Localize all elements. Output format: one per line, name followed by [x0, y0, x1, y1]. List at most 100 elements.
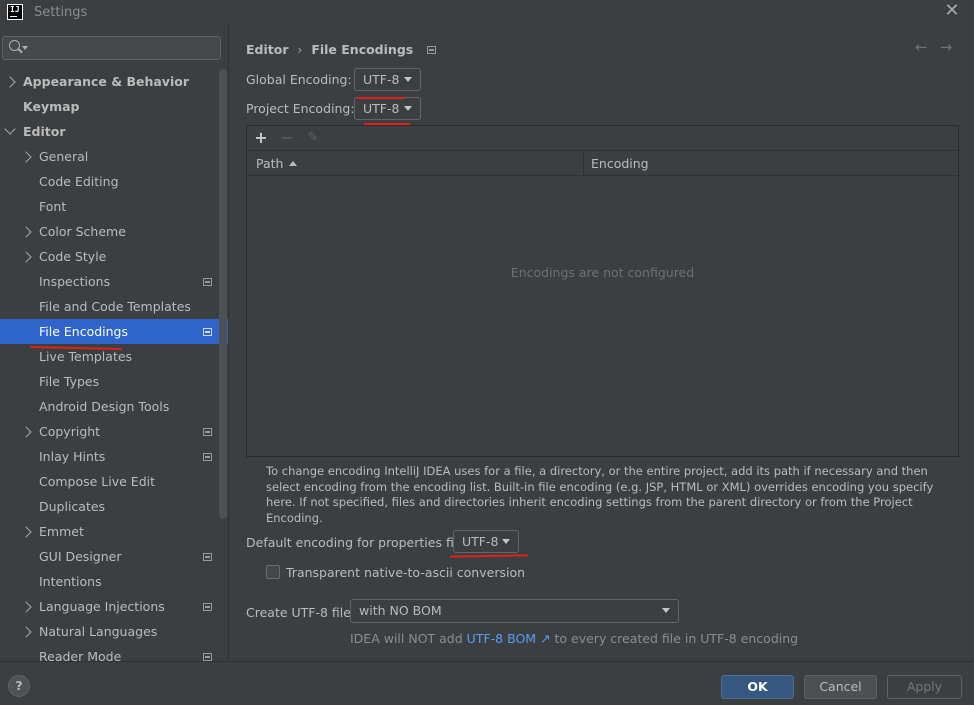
sidebar-item-natural-languages[interactable]: Natural Languages: [0, 619, 228, 644]
global-encoding-value: UTF-8: [363, 72, 400, 87]
chevron-down-icon: [404, 77, 412, 82]
sidebar-item-file-and-code-templates[interactable]: File and Code Templates: [0, 294, 228, 319]
sidebar-item-font[interactable]: Font: [0, 194, 228, 219]
chevron-right-icon[interactable]: [20, 626, 32, 638]
chevron-right-icon[interactable]: [20, 151, 32, 163]
ok-button[interactable]: OK: [721, 675, 794, 699]
sidebar-item-code-style[interactable]: Code Style: [0, 244, 228, 269]
help-button[interactable]: ?: [8, 675, 30, 697]
sidebar-item-label: Android Design Tools: [39, 399, 170, 414]
dialog-button-bar: ? OK Cancel Apply: [0, 661, 974, 705]
empty-table-message: Encodings are not configured: [510, 265, 695, 280]
sidebar-item-gui-designer[interactable]: GUI Designer: [0, 544, 228, 569]
sidebar-item-copyright[interactable]: Copyright: [0, 419, 228, 444]
annotation-overline-project-encoding: [357, 97, 405, 99]
bom-note-prefix: IDEA will NOT add: [350, 631, 463, 646]
properties-encoding-label: Default encoding for properties files:: [246, 535, 476, 550]
project-settings-icon: [427, 45, 437, 54]
chevron-right-icon[interactable]: [20, 226, 32, 238]
sidebar-item-android-design-tools[interactable]: Android Design Tools: [0, 394, 228, 419]
sidebar-item-label: Color Scheme: [39, 224, 126, 239]
chevron-right-icon[interactable]: [20, 251, 32, 263]
project-settings-icon: [203, 328, 212, 336]
sidebar-item-code-editing[interactable]: Code Editing: [0, 169, 228, 194]
sidebar-item-label: Compose Live Edit: [39, 474, 156, 489]
sidebar-item-compose-live-edit[interactable]: Compose Live Edit: [0, 469, 228, 494]
properties-encoding-combo[interactable]: UTF-8: [453, 530, 519, 553]
remove-icon[interactable]: −: [277, 128, 297, 148]
sort-ascending-icon: [289, 161, 298, 166]
edit-icon[interactable]: ✎: [303, 128, 323, 148]
sidebar-item-label: Font: [39, 199, 67, 214]
settings-tree: Appearance & Behavior Keymap Editor General…: [0, 69, 228, 661]
column-header-encoding[interactable]: Encoding: [591, 151, 649, 176]
chevron-down-icon: [404, 106, 412, 111]
properties-encoding-value: UTF-8: [462, 534, 499, 549]
encoding-help-text: To change encoding IntelliJ IDEA uses fo…: [266, 464, 934, 525]
sidebar-item-appearance-behavior[interactable]: Appearance & Behavior: [0, 69, 228, 94]
breadcrumb-editor[interactable]: Editor: [246, 42, 289, 57]
sidebar-item-inspections[interactable]: Inspections: [0, 269, 228, 294]
sidebar-item-label: Copyright: [39, 424, 101, 439]
global-encoding-combo[interactable]: UTF-8: [354, 68, 421, 91]
sidebar-item-keymap[interactable]: Keymap: [0, 94, 228, 119]
sidebar-item-file-types[interactable]: File Types: [0, 369, 228, 394]
sidebar-item-language-injections[interactable]: Language Injections: [0, 594, 228, 619]
sidebar-item-file-encodings[interactable]: File Encodings: [0, 319, 228, 344]
project-encoding-value: UTF-8: [363, 101, 400, 116]
sidebar-item-label: Appearance & Behavior: [23, 74, 189, 89]
chevron-right-icon[interactable]: [20, 601, 32, 613]
search-icon: [9, 40, 20, 51]
sidebar-item-label: Code Editing: [39, 174, 119, 189]
sidebar-item-duplicates[interactable]: Duplicates: [0, 494, 228, 519]
sidebar-item-label: Intentions: [39, 574, 102, 589]
back-arrow-icon[interactable]: ←: [915, 38, 940, 56]
chevron-down-icon[interactable]: [4, 123, 16, 135]
window-title: Settings: [34, 5, 88, 20]
cancel-button[interactable]: Cancel: [804, 675, 877, 699]
project-settings-icon: [203, 553, 212, 561]
sidebar-item-label: File and Code Templates: [39, 299, 191, 314]
sidebar-item-label: Code Style: [39, 249, 107, 264]
sidebar-item-label: Emmet: [39, 524, 84, 539]
chevron-down-icon: [662, 608, 670, 613]
sidebar-item-label: Reader Mode: [39, 649, 122, 661]
create-utf8-files-label: Create UTF-8 files:: [246, 605, 362, 620]
sidebar-item-emmet[interactable]: Emmet: [0, 519, 228, 544]
breadcrumb-separator: ›: [297, 42, 303, 57]
chevron-right-icon[interactable]: [20, 426, 32, 438]
table-body[interactable]: Encodings are not configured: [247, 177, 958, 456]
sidebar-item-intentions[interactable]: Intentions: [0, 569, 228, 594]
sidebar-item-editor[interactable]: Editor: [0, 119, 228, 144]
settings-search-input[interactable]: [31, 39, 216, 57]
file-encodings-panel: Editor › File Encodings ←→ Global Encodi…: [230, 25, 974, 661]
column-divider[interactable]: [583, 151, 584, 176]
sidebar-item-inlay-hints[interactable]: Inlay Hints: [0, 444, 228, 469]
column-header-path[interactable]: Path: [256, 151, 298, 176]
settings-sidebar: Appearance & Behavior Keymap Editor General…: [0, 25, 229, 661]
create-utf8-files-combo[interactable]: with NO BOM: [350, 599, 679, 623]
sidebar-item-reader-mode[interactable]: Reader Mode: [0, 644, 228, 661]
intellij-logo-icon: IJ: [7, 4, 23, 20]
sidebar-item-label: General: [39, 149, 89, 164]
global-encoding-label: Global Encoding:: [246, 72, 352, 87]
native-to-ascii-checkbox[interactable]: [266, 565, 280, 579]
project-settings-icon: [203, 278, 212, 286]
chevron-right-icon[interactable]: [4, 76, 16, 88]
search-history-dropdown-icon[interactable]: [22, 46, 28, 50]
sidebar-item-general[interactable]: General: [0, 144, 228, 169]
chevron-right-icon[interactable]: [20, 526, 32, 538]
native-to-ascii-label[interactable]: Transparent native-to-ascii conversion: [286, 565, 525, 580]
forward-arrow-icon[interactable]: →: [940, 38, 965, 56]
close-icon[interactable]: ✕: [942, 1, 962, 21]
sidebar-item-color-scheme[interactable]: Color Scheme: [0, 219, 228, 244]
utf8-bom-link[interactable]: UTF-8 BOM ↗: [467, 631, 551, 646]
add-icon[interactable]: +: [251, 128, 271, 148]
sidebar-item-label: File Types: [39, 374, 100, 389]
table-header: Path Encoding: [247, 151, 958, 176]
sidebar-scrollbar[interactable]: [219, 69, 227, 519]
apply-button[interactable]: Apply: [887, 675, 962, 699]
project-encoding-combo[interactable]: UTF-8: [354, 97, 421, 120]
settings-search-box[interactable]: [2, 36, 221, 60]
sidebar-item-label: Editor: [23, 124, 66, 139]
